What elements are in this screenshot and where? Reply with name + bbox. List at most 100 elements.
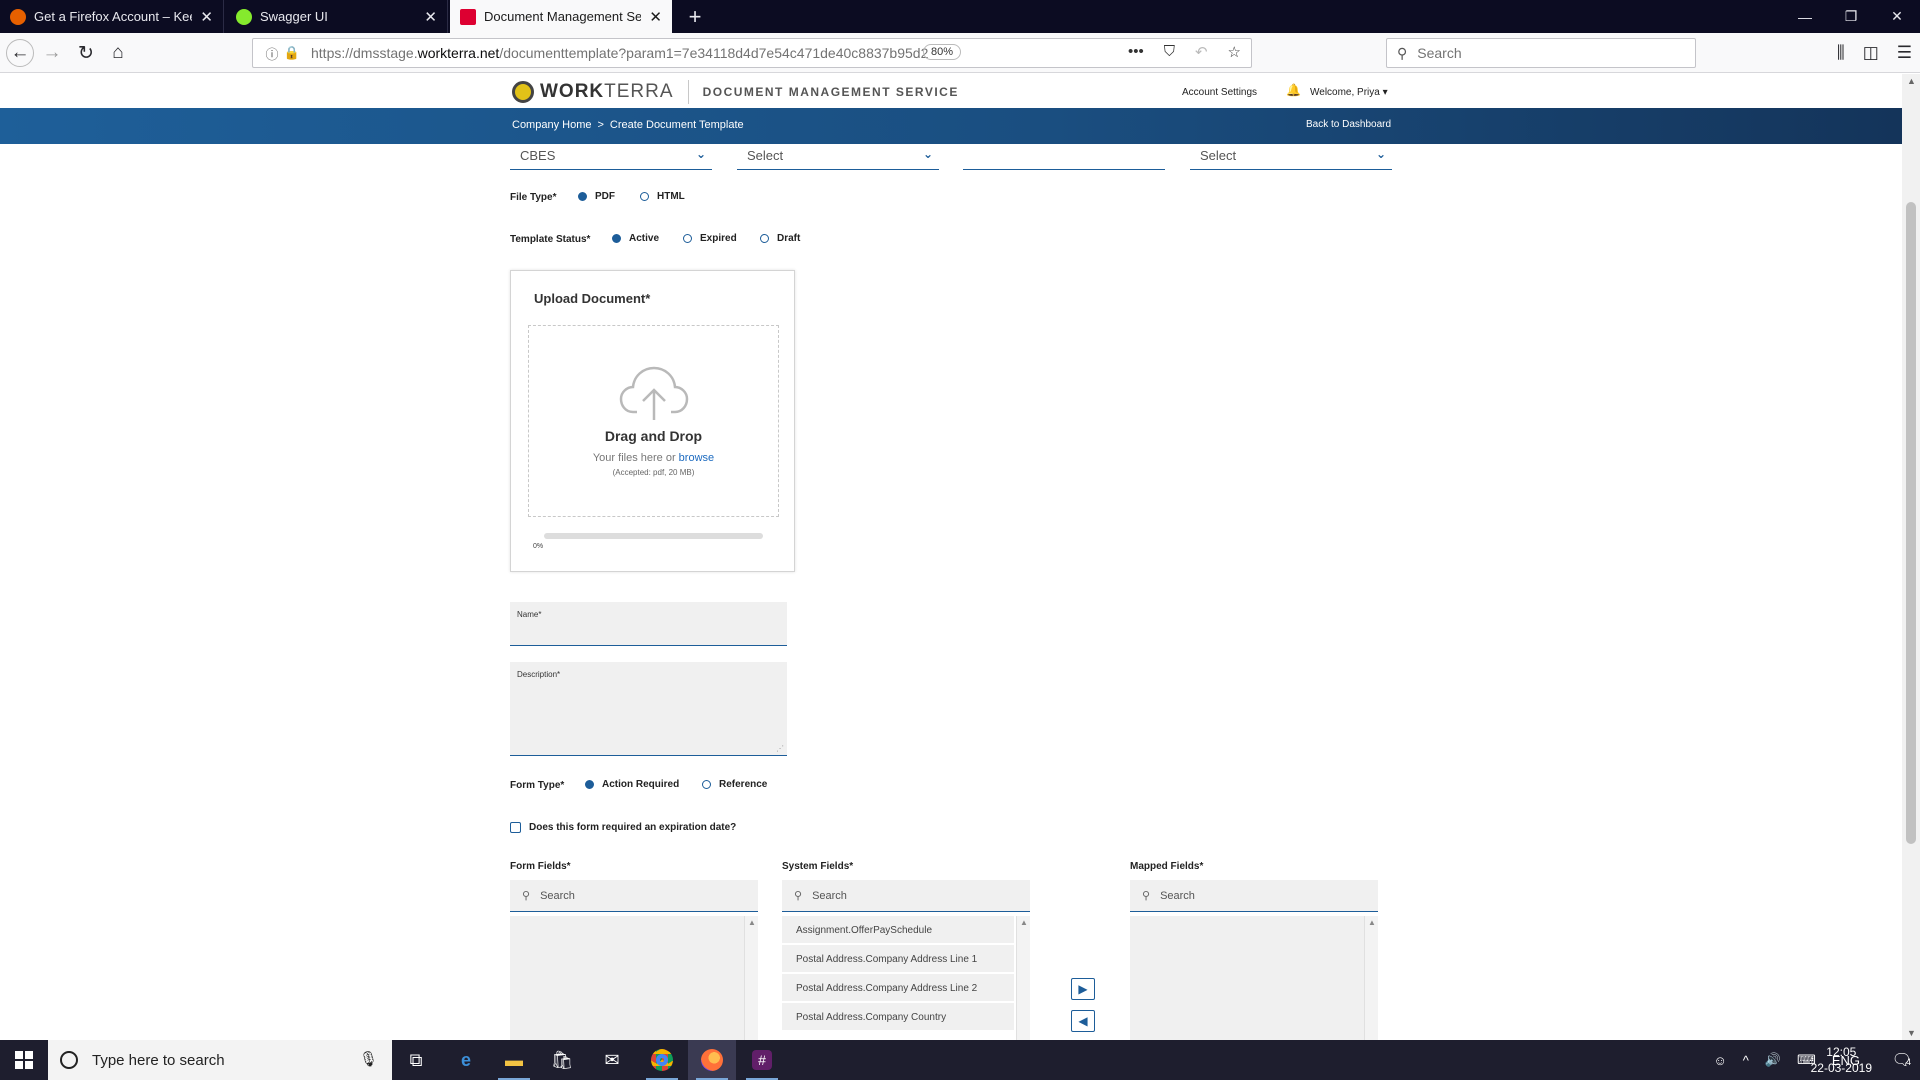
clock[interactable]: 12:05 22-03-2019	[1811, 1044, 1872, 1076]
hamburger-menu-icon[interactable]: ☰	[1897, 43, 1912, 63]
search-placeholder: Search	[812, 889, 847, 902]
close-window-icon[interactable]: ✕	[1874, 0, 1920, 33]
list-item[interactable]: Postal Address.Company Address Line 1	[782, 945, 1014, 973]
resize-handle-icon[interactable]: ⋰	[776, 744, 784, 753]
file-type-html-radio[interactable]: HTML	[640, 191, 685, 202]
system-fields-search-input[interactable]: ⚲ Search	[782, 880, 1030, 912]
status-draft-radio[interactable]: Draft	[760, 233, 800, 244]
windows-taskbar: Type here to search 🎙 ⧉ e ▬ 🛍 ✉ # ☺ ^ 🔊 …	[0, 1040, 1920, 1080]
volume-icon[interactable]: 🔊	[1765, 1052, 1781, 1068]
status-active-radio[interactable]: Active	[612, 233, 659, 244]
file-type-pdf-radio[interactable]: PDF	[578, 191, 615, 202]
mapped-fields-list[interactable]: ▲	[1130, 916, 1378, 1040]
user-menu[interactable]: Welcome, Priya ▾	[1310, 87, 1388, 98]
bookmark-star-icon[interactable]: ☆	[1228, 43, 1241, 61]
microphone-icon[interactable]: 🎙	[359, 1050, 378, 1068]
list-item[interactable]: Postal Address.Company Address Line 2	[782, 974, 1014, 1002]
mail-icon[interactable]: ✉	[588, 1040, 636, 1080]
account-settings-link[interactable]: Account Settings	[1182, 87, 1257, 98]
edge-browser-icon[interactable]: e	[442, 1040, 490, 1080]
home-icon[interactable]: ⌂	[104, 39, 132, 67]
search-icon: ⚲	[794, 890, 803, 902]
scroll-down-icon[interactable]: ▼	[1907, 1028, 1916, 1038]
people-icon[interactable]: ☺	[1713, 1053, 1726, 1068]
system-fields-list[interactable]: Assignment.OfferPaySchedule Postal Addre…	[782, 916, 1030, 1040]
list-item[interactable]: Assignment.OfferPaySchedule	[782, 916, 1014, 944]
windows-start-icon[interactable]	[0, 1040, 48, 1080]
url-text[interactable]: https://dmsstage.workterra.net/documentt…	[311, 45, 928, 61]
library-icon[interactable]: ⫼	[1837, 43, 1845, 63]
site-info-icon[interactable]: ⓘ	[261, 44, 283, 63]
zoom-level[interactable]: 80%	[922, 44, 961, 60]
browser-tab-dms[interactable]: Document Management Servic ✕	[450, 0, 672, 33]
map-left-arrow-button[interactable]: ◀	[1071, 1010, 1095, 1032]
list-item[interactable]: Postal Address.Company Country	[782, 1003, 1014, 1031]
scrollbar[interactable]: ▲	[1016, 916, 1030, 1040]
form-fields-list[interactable]: ▲	[510, 916, 758, 1040]
clock-time: 12:05	[1826, 1045, 1857, 1059]
browse-link[interactable]: browse	[679, 452, 714, 464]
restore-icon[interactable]: ❐	[1828, 0, 1874, 33]
scroll-thumb[interactable]	[1906, 202, 1916, 844]
cloud-upload-icon	[619, 366, 689, 420]
back-arrow-icon[interactable]: ←	[6, 39, 34, 67]
tab-title: Swagger UI	[260, 9, 328, 24]
bell-icon[interactable]: 🔔	[1286, 83, 1301, 97]
close-tab-icon[interactable]: ✕	[424, 8, 437, 26]
new-tab-plus-icon[interactable]: +	[680, 0, 710, 33]
scrollbar[interactable]: ▲	[744, 916, 758, 1040]
expiration-checkbox[interactable]: Does this form required an expiration da…	[510, 822, 736, 833]
action-center-icon[interactable]: 🗨4	[1892, 1050, 1912, 1070]
forward-arrow-icon[interactable]: →	[38, 39, 66, 67]
close-tab-icon[interactable]: ✕	[200, 8, 213, 26]
toolbar-right: ⫼ ◫ ☰	[1837, 43, 1912, 63]
workterra-logo[interactable]: WORK TERRA DOCUMENT MANAGEMENT SERVICE	[512, 80, 959, 104]
text-input-3[interactable]	[963, 148, 1165, 170]
url-bar[interactable]: ⓘ 🔒 https://dmsstage.workterra.net/docum…	[252, 38, 1252, 68]
chevron-up-icon[interactable]: ^	[1743, 1053, 1749, 1068]
select-dropdown-2[interactable]: Select ⌄	[737, 147, 939, 170]
map-right-arrow-button[interactable]: ▶	[1071, 978, 1095, 1000]
file-explorer-icon[interactable]: ▬	[490, 1040, 538, 1080]
mapped-fields-search-input[interactable]: ⚲ Search	[1130, 880, 1378, 912]
reload-icon[interactable]: ↻	[72, 39, 100, 67]
store-icon[interactable]: 🛍	[538, 1040, 586, 1080]
name-field[interactable]: Name*	[510, 602, 787, 646]
task-view-icon[interactable]: ⧉	[392, 1040, 440, 1080]
close-tab-icon[interactable]: ✕	[649, 8, 662, 26]
minimize-icon[interactable]: —	[1782, 0, 1828, 33]
drop-zone[interactable]: Drag and Drop Your files here or browse …	[528, 325, 779, 517]
dropdown-value: Select	[1200, 148, 1237, 163]
browser-search-input[interactable]: ⚲ Search	[1386, 38, 1696, 68]
description-field[interactable]: Description* ⋰	[510, 662, 787, 756]
form-type-reference-radio[interactable]: Reference	[702, 779, 767, 790]
form-type-action-required-radio[interactable]: Action Required	[585, 779, 679, 790]
form-fields-search-input[interactable]: ⚲ Search	[510, 880, 758, 912]
slack-icon[interactable]: #	[738, 1040, 786, 1080]
taskbar-search-placeholder: Type here to search	[92, 1051, 225, 1069]
page-actions-icon[interactable]: •••	[1128, 43, 1144, 61]
pocket-icon[interactable]: ⛉	[1164, 43, 1175, 61]
scroll-up-icon[interactable]: ▲	[748, 918, 756, 927]
browser-tab-swagger[interactable]: Swagger UI ✕	[226, 0, 448, 33]
page-scrollbar[interactable]: ▲ ▼	[1902, 74, 1920, 1040]
scroll-up-icon[interactable]: ▲	[1368, 918, 1376, 927]
status-expired-radio[interactable]: Expired	[683, 233, 737, 244]
company-dropdown[interactable]: CBES ⌄	[510, 147, 712, 170]
browser-tab-firefox-account[interactable]: Get a Firefox Account – Keep yo ✕	[0, 0, 224, 33]
checkbox-empty-icon	[510, 822, 521, 833]
firefox-icon[interactable]	[688, 1040, 736, 1080]
dropdown-value: CBES	[520, 148, 556, 163]
scroll-up-icon[interactable]: ▲	[1907, 76, 1916, 86]
scroll-up-icon[interactable]: ▲	[1020, 918, 1028, 927]
back-to-dashboard-link[interactable]: Back to Dashboard	[1306, 119, 1391, 130]
breadcrumb-home[interactable]: Company Home	[512, 119, 591, 131]
form-type-label: Form Type*	[510, 780, 565, 791]
taskbar-search-input[interactable]: Type here to search 🎙	[48, 1040, 392, 1080]
expiration-label: Does this form required an expiration da…	[529, 822, 737, 833]
sidebar-icon[interactable]: ◫	[1863, 43, 1879, 63]
scrollbar[interactable]: ▲	[1364, 916, 1378, 1040]
select-dropdown-4[interactable]: Select ⌄	[1190, 147, 1392, 170]
chrome-icon[interactable]	[638, 1040, 686, 1080]
reader-mode-icon[interactable]: ↶	[1195, 43, 1208, 61]
